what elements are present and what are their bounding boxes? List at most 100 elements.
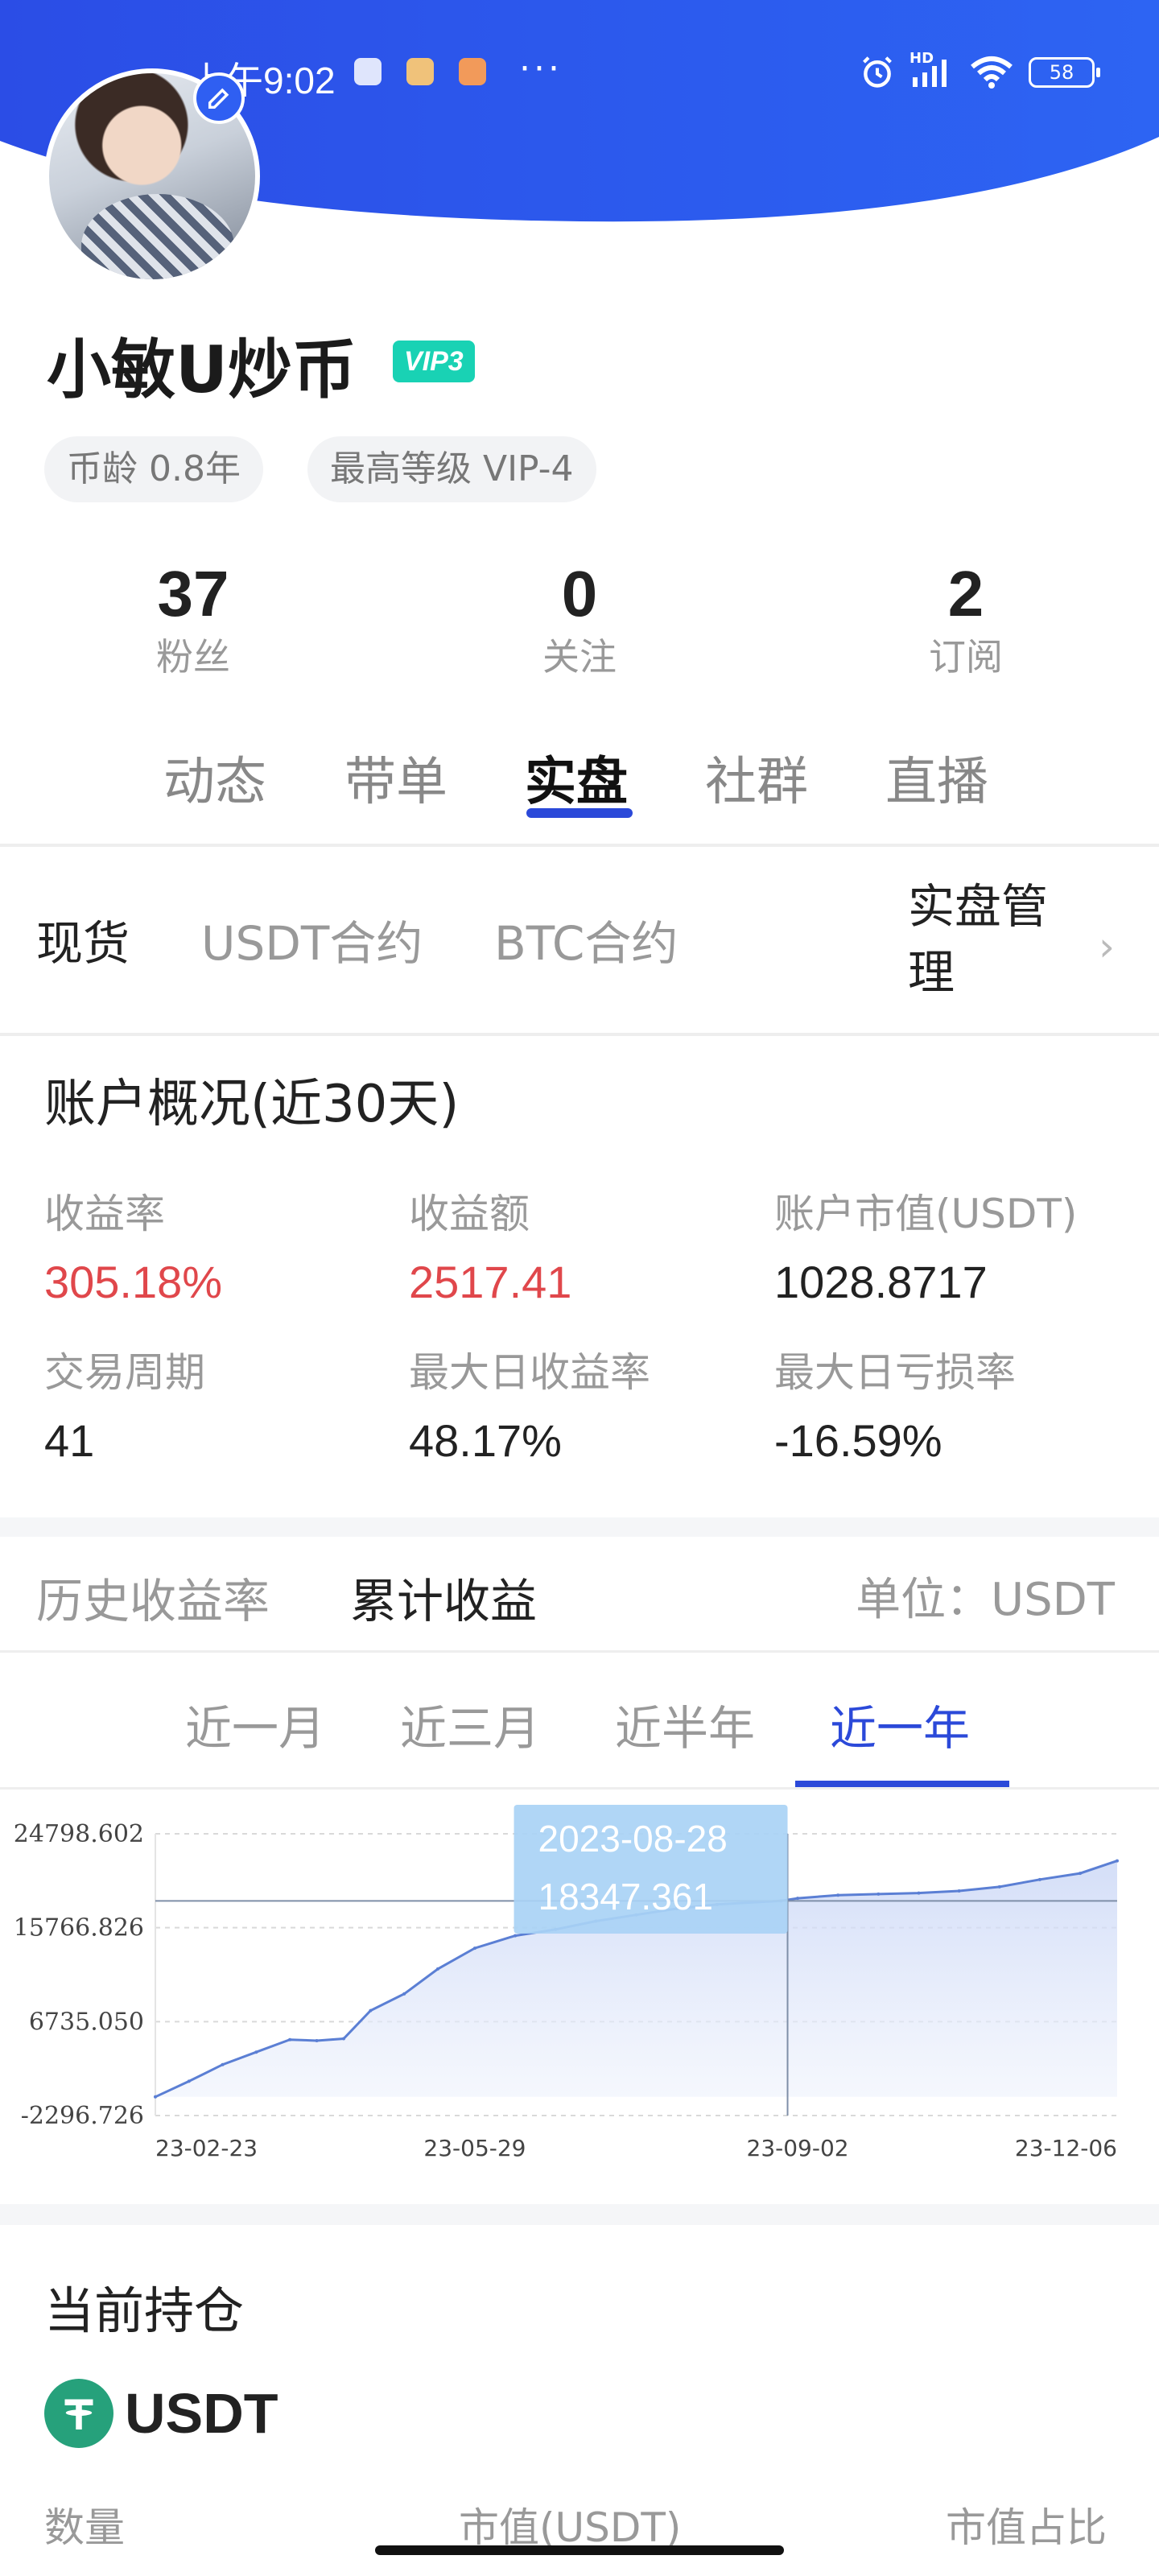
section-separator [0,2204,1159,2225]
period-1-year[interactable]: 近一年 [830,1690,970,1758]
more-notifications-icon: ··· [519,48,563,89]
trading-period-value: 41 [44,1415,95,1466]
profile-name: 小敏U炒币 [47,332,357,407]
market-share-column-header: 市值占比 [946,2504,1107,2551]
unit-label: 单位：USDT [856,1574,1115,1626]
profile-stats: 37 粉丝 0 关注 2 订阅 [0,555,1159,700]
data-point [402,1992,406,1996]
data-point [917,1891,921,1895]
manage-label-line1: 实盘管 [908,879,1049,934]
data-point [876,1892,881,1896]
wifi-icon [971,56,1013,89]
usdt-coin-icon [44,2379,113,2448]
x-tick-label: 23-12-06 [1015,2135,1117,2161]
tab-community[interactable]: 社群 [705,741,808,815]
cumulative-profit-chart[interactable]: 24798.602 15766.826 6735.050 -2296.726 23-02… [0,1795,1159,2174]
period-3-months[interactable]: 近三月 [400,1690,540,1758]
holdings-title: 当前持仓 [44,2281,245,2340]
alarm-icon [863,56,892,88]
status-icons: HD 58 [860,50,1100,90]
section-separator [0,1517,1159,1537]
chevron-right-icon[interactable]: › [1099,923,1115,970]
quantity-column-header: 数量 [44,2504,125,2551]
followers-count: 37 [157,558,229,630]
max-daily-return-label: 最大日收益率 [409,1349,650,1396]
holding-coin-name: USDT [125,2382,278,2445]
data-point [254,2050,258,2054]
following-count: 0 [561,558,598,630]
data-point [1037,1877,1041,1881]
edit-avatar-button[interactable] [193,72,245,124]
vip-badge: VIP3 [393,341,475,382]
data-point [836,1893,840,1897]
tab-posts[interactable]: 动态 [163,741,266,815]
data-point [187,2079,191,2083]
divider [0,1033,1159,1036]
avatar-figure [81,194,234,279]
subscriptions-stat[interactable]: 2 订阅 [845,555,1087,681]
tab-historical-return[interactable]: 历史收益率 [36,1563,270,1631]
tab-livestream[interactable]: 直播 [885,741,988,815]
following-stat[interactable]: 0 关注 [459,555,700,681]
followers-label: 粉丝 [156,635,230,679]
game-notification-icon-2 [459,58,486,85]
divider [0,844,1159,847]
y-tick-label: 24798.602 [14,1820,144,1848]
data-point [288,2037,292,2041]
max-daily-loss-label: 最大日亏损率 [774,1349,1016,1396]
data-point [1079,1872,1083,1876]
manage-label-line2: 理 [908,945,955,1000]
max-daily-loss-value: -16.59% [774,1415,942,1466]
edit-icon [208,88,229,109]
tab-usdt-futures[interactable]: USDT合约 [201,906,423,973]
game-notification-icon [406,58,434,85]
data-point [221,2062,225,2066]
return-rate-value: 305.18% [44,1257,223,1307]
max-level-chip: 最高等级 VIP-4 [307,436,596,502]
y-tick-label: 15766.826 [14,1914,144,1942]
profile-tabs: 动态 带单 实盘 社群 直播 [0,741,1159,837]
x-tick-label: 23-02-23 [155,2135,258,2161]
account-value-value: 1028.8717 [774,1257,988,1307]
divider [0,1787,1159,1790]
max-daily-return-value: 48.17% [409,1415,562,1466]
data-point [514,1934,518,1938]
subscriptions-label: 订阅 [929,635,1003,679]
data-point [997,1885,1001,1889]
tab-cumulative-profit[interactable]: 累计收益 [350,1563,537,1631]
period-1-month[interactable]: 近一月 [185,1690,325,1758]
tooltip-date: 2023-08-28 [538,1818,728,1860]
following-label: 关注 [542,635,617,679]
data-point [341,2037,345,2041]
tab-copy-trading[interactable]: 带单 [344,741,448,815]
y-tick-label: -2296.726 [21,2102,144,2130]
trading-period-label: 交易周期 [44,1349,205,1396]
period-tabs: 近一月 近三月 近半年 近一年 [0,1674,1159,1779]
data-point [472,1946,476,1951]
tab-btc-futures[interactable]: BTC合约 [494,906,678,973]
period-6-months[interactable]: 近半年 [615,1690,755,1758]
followers-stat[interactable]: 37 粉丝 [72,555,314,681]
coin-age-chip: 币龄 0.8年 [44,436,263,502]
active-tab-indicator [526,808,633,818]
profit-amount-label: 收益额 [409,1191,530,1237]
divider [0,1650,1159,1653]
account-value-label: 账户市值(USDT) [774,1191,1078,1237]
tab-spot[interactable]: 现货 [36,906,130,973]
home-indicator[interactable] [375,2545,784,2555]
account-overview-title: 账户概况(近30天) [44,1075,460,1134]
live-account-management-link[interactable]: 实盘管 理 [908,873,1077,1005]
data-point [1116,1859,1119,1863]
active-period-indicator [795,1781,1009,1787]
battery-icon: 58 [1029,57,1100,88]
data-point [435,1967,439,1971]
app-notification-icon [354,58,382,85]
data-point [154,2095,157,2099]
signal-icon: HD [909,50,955,89]
x-tick-label: 23-09-02 [747,2135,849,2161]
tab-live-account[interactable]: 实盘 [525,741,628,815]
data-point [957,1889,961,1893]
data-point [369,2008,373,2013]
subscriptions-count: 2 [947,558,984,630]
data-point [315,2039,319,2043]
